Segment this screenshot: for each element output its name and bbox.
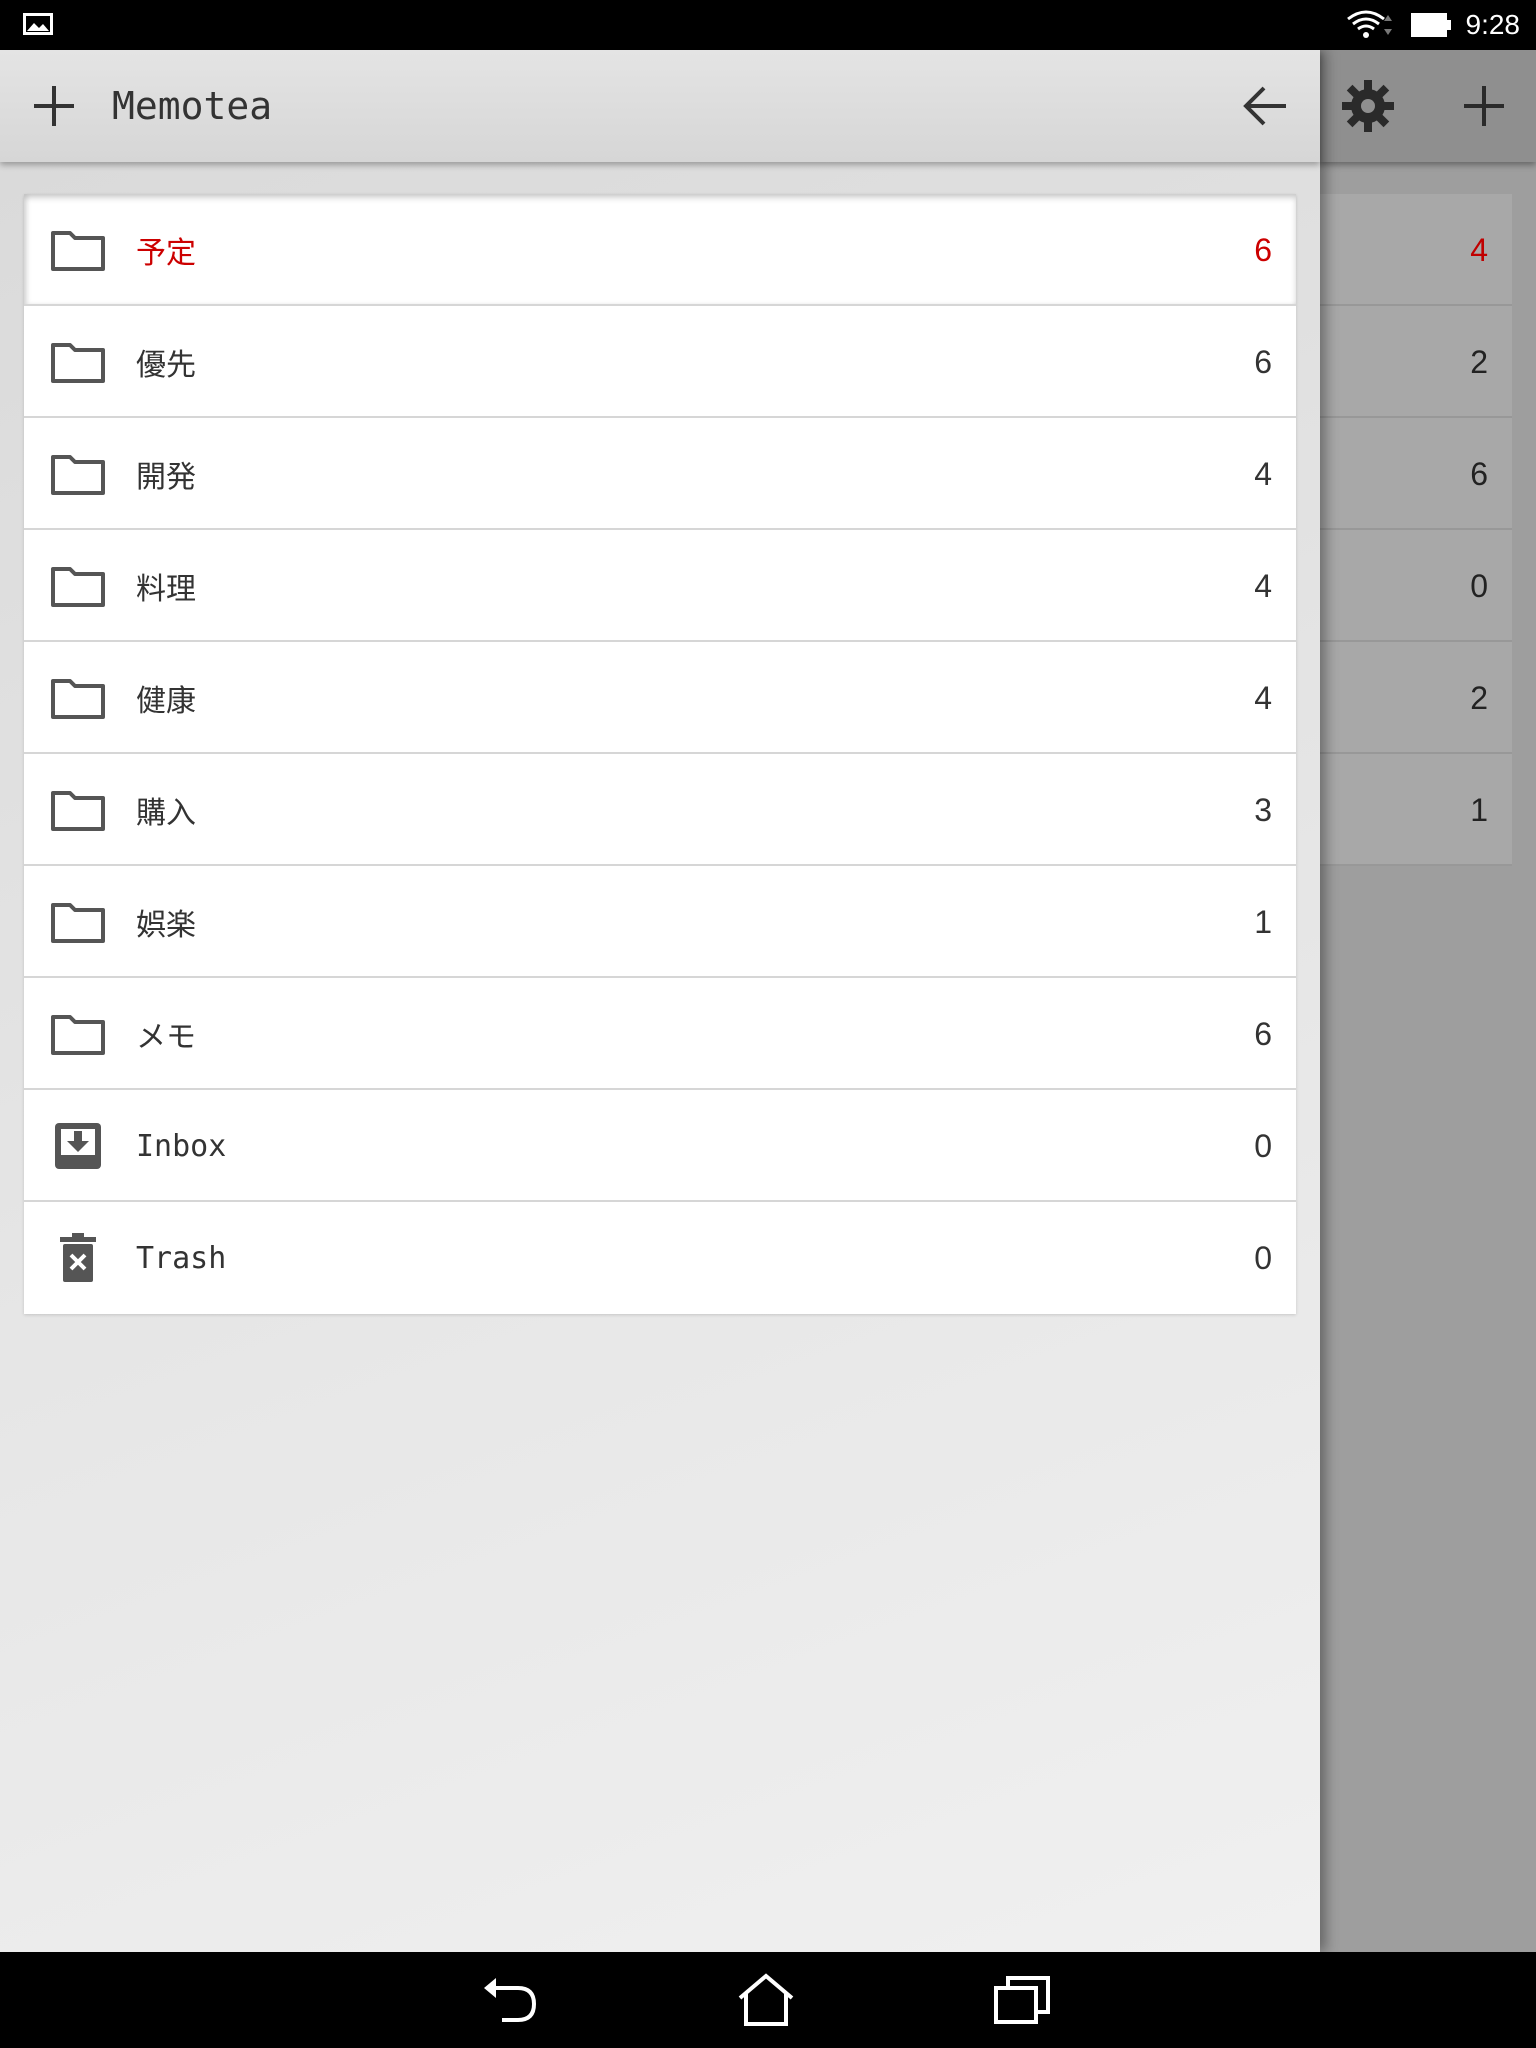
add-folder-button[interactable] <box>26 78 82 134</box>
trash-item[interactable]: Trash 0 <box>24 1202 1296 1314</box>
folder-count: 6 <box>1254 343 1272 380</box>
app-title: Memotea <box>112 84 273 128</box>
gear-icon <box>1342 80 1394 132</box>
plus-icon <box>34 86 74 126</box>
inbox-item[interactable]: Inbox 0 <box>24 1090 1296 1202</box>
folder-count: 4 <box>1254 679 1272 716</box>
background-row: 6 <box>1320 418 1512 530</box>
background-count: 6 <box>1470 455 1488 492</box>
navigation-drawer: Memotea 予定 6 優先 6 開発 4 料理 4 健康 4 購入 3 娯楽… <box>0 50 1320 1952</box>
arrow-left-icon <box>1243 86 1286 126</box>
background-list: 4 2 6 0 2 1 <box>1320 194 1512 866</box>
folder-item[interactable]: 予定 6 <box>24 194 1296 306</box>
inbox-icon <box>50 1118 106 1174</box>
folder-icon <box>50 222 106 278</box>
folder-icon <box>50 1006 106 1062</box>
gallery-icon <box>23 13 53 35</box>
background-count: 0 <box>1470 567 1488 604</box>
back-icon <box>484 1978 537 2022</box>
wifi-icon <box>1346 10 1392 38</box>
background-count: 1 <box>1470 791 1488 828</box>
folder-count: 4 <box>1254 567 1272 604</box>
background-count: 4 <box>1470 231 1488 268</box>
folder-label: 健康 <box>136 684 196 719</box>
folder-label: 娯楽 <box>136 908 196 943</box>
folder-item[interactable]: 開発 4 <box>24 418 1296 530</box>
folder-count: 3 <box>1254 791 1272 828</box>
plus-icon <box>1464 86 1504 126</box>
background-row: 1 <box>1320 754 1512 866</box>
background-row: 2 <box>1320 642 1512 754</box>
trash-count: 0 <box>1254 1239 1272 1276</box>
trash-icon <box>50 1230 106 1286</box>
folder-item[interactable]: 料理 4 <box>24 530 1296 642</box>
background-row: 2 <box>1320 306 1512 418</box>
folder-label: 購入 <box>136 796 196 831</box>
folder-list: 予定 6 優先 6 開発 4 料理 4 健康 4 購入 3 娯楽 1 メモ 6 … <box>24 194 1296 1314</box>
background-row: 0 <box>1320 530 1512 642</box>
folder-item[interactable]: メモ 6 <box>24 978 1296 1090</box>
background-row: 4 <box>1320 194 1512 306</box>
folder-count: 1 <box>1254 903 1272 940</box>
folder-count: 6 <box>1254 231 1272 268</box>
folder-label: 料理 <box>136 572 196 607</box>
folder-label: 開発 <box>136 460 196 495</box>
nav-home-button[interactable] <box>734 1968 798 2032</box>
status-bar: 9:28 <box>0 0 1536 50</box>
folder-count: 4 <box>1254 455 1272 492</box>
folder-icon <box>50 894 106 950</box>
folder-icon <box>50 334 106 390</box>
close-drawer-button[interactable] <box>1236 78 1292 134</box>
folder-label: メモ <box>136 1020 196 1055</box>
drawer-toolbar: Memotea <box>0 50 1320 162</box>
folder-icon <box>50 782 106 838</box>
navigation-bar <box>0 1952 1536 2048</box>
trash-label: Trash <box>136 1240 227 1276</box>
background-count: 2 <box>1470 679 1488 716</box>
folder-label: 予定 <box>136 236 196 271</box>
status-right: 9:28 <box>1346 0 1521 50</box>
home-icon <box>738 1973 794 2026</box>
nav-back-button[interactable] <box>478 1968 542 2032</box>
folder-item[interactable]: 娯楽 1 <box>24 866 1296 978</box>
folder-item[interactable]: 健康 4 <box>24 642 1296 754</box>
inbox-count: 0 <box>1254 1127 1272 1164</box>
folder-item[interactable]: 購入 3 <box>24 754 1296 866</box>
background-count: 2 <box>1470 343 1488 380</box>
folder-icon <box>50 558 106 614</box>
folder-count: 6 <box>1254 1015 1272 1052</box>
inbox-label: Inbox <box>136 1128 227 1164</box>
folder-item[interactable]: 優先 6 <box>24 306 1296 418</box>
nav-recents-button[interactable] <box>990 1968 1054 2032</box>
folder-icon <box>50 446 106 502</box>
recents-icon <box>994 1976 1050 2024</box>
battery-icon <box>1410 13 1451 37</box>
folder-icon <box>50 670 106 726</box>
folder-label: 優先 <box>136 348 196 383</box>
app-area: 4 2 6 0 2 1 Memotea 予定 6 優先 6 開発 4 料理 4 … <box>0 50 1536 1952</box>
status-time: 9:28 <box>1465 9 1521 40</box>
